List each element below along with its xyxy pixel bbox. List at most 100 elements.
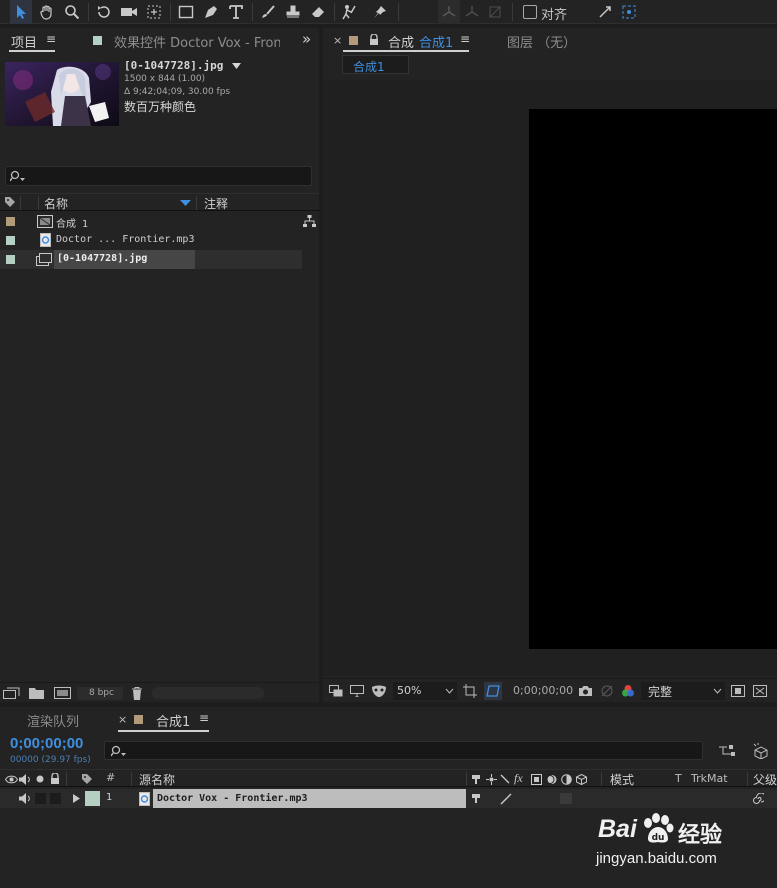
toggle-transparency-icon[interactable] <box>752 683 768 699</box>
project-search-input[interactable] <box>5 166 312 186</box>
preview-dropdown-icon[interactable] <box>231 61 241 71</box>
snap-target-icon[interactable] <box>618 0 640 24</box>
layer-name[interactable]: Doctor Vox - Frontier.mp3 <box>157 793 308 804</box>
label-swatch[interactable] <box>6 255 15 264</box>
clone-stamp-icon[interactable] <box>282 0 304 24</box>
lock-icon[interactable] <box>368 33 380 47</box>
shy-switch-icon[interactable] <box>470 792 482 805</box>
lock-column-icon[interactable] <box>48 772 62 786</box>
sort-arrow-icon[interactable] <box>179 198 191 208</box>
flowchart-icon[interactable] <box>302 214 316 228</box>
motion-blur-icon[interactable] <box>545 773 557 785</box>
shy-icon[interactable] <box>470 773 482 785</box>
solo-toggle[interactable] <box>35 793 46 804</box>
zoom-select[interactable]: 50% <box>393 682 457 700</box>
audio-speaker-icon[interactable] <box>18 792 32 805</box>
comp-canvas[interactable] <box>529 109 777 649</box>
label-swatch[interactable] <box>6 236 15 245</box>
brush-tool-icon[interactable] <box>257 0 279 24</box>
column-trkmat[interactable]: TrkMat <box>691 772 728 785</box>
collapse-transform-icon[interactable] <box>485 773 497 785</box>
pan-behind-icon[interactable] <box>143 0 165 24</box>
label-swatch[interactable] <box>6 217 15 226</box>
monitor-icon[interactable] <box>349 683 365 699</box>
eye-icon[interactable] <box>4 773 18 785</box>
column-name[interactable]: 名称 <box>44 195 68 212</box>
comp-menu-icon[interactable]: ≡ <box>460 32 470 46</box>
pen-tool-icon[interactable] <box>200 0 222 24</box>
mask-visibility-icon[interactable] <box>370 683 388 699</box>
timeline-menu-icon[interactable]: ≡ <box>199 711 209 725</box>
column-comment[interactable]: 注释 <box>204 195 228 212</box>
lock-toggle[interactable] <box>50 793 61 804</box>
color-channels-icon[interactable] <box>620 683 636 699</box>
layer-label-swatch[interactable] <box>85 791 100 806</box>
delete-trash-icon[interactable] <box>130 686 144 700</box>
tab-effects-controls[interactable]: 效果控件 Doctor Vox - Frontier.r <box>114 32 280 51</box>
label-column-icon[interactable] <box>80 772 94 786</box>
quality-icon[interactable] <box>499 773 511 785</box>
new-composition-icon[interactable] <box>53 686 71 700</box>
frame-blend-icon[interactable] <box>530 773 542 785</box>
close-timeline-tab-icon[interactable]: × <box>118 713 127 726</box>
comp-breadcrumb[interactable]: 合成1 <box>342 55 409 74</box>
bit-depth-button[interactable]: 8 bpc <box>77 687 123 700</box>
hand-tool-icon[interactable] <box>36 0 58 24</box>
snapshot-camera-icon[interactable] <box>576 683 594 699</box>
close-comp-tab-icon[interactable]: × <box>333 34 342 47</box>
timeline-timecode[interactable]: 0;00;00;00 <box>10 735 83 752</box>
transparency-grid-icon[interactable] <box>484 682 502 700</box>
project-item-comp[interactable]: 合成 1 <box>0 212 316 231</box>
project-menu-icon[interactable]: ≡ <box>46 32 56 46</box>
interpret-footage-icon[interactable] <box>2 686 20 700</box>
comp-tab-prefix[interactable]: 合成 <box>388 32 414 51</box>
always-preview-icon[interactable] <box>328 683 344 699</box>
column-source-name[interactable]: 源名称 <box>139 771 175 788</box>
comp-flowchart-icon[interactable] <box>718 742 736 758</box>
timeline-search-input[interactable] <box>104 741 703 760</box>
viewer-timecode[interactable]: 0;00;00;00 <box>513 684 573 697</box>
puppet-pin-icon[interactable] <box>369 0 391 24</box>
type-tool-icon[interactable] <box>225 0 247 24</box>
rectangle-tool-icon[interactable] <box>175 0 197 24</box>
eraser-icon[interactable] <box>307 0 329 24</box>
zoom-tool-icon[interactable] <box>61 0 83 24</box>
expand-triangle-icon[interactable] <box>71 793 81 804</box>
parent-pickwhip-icon[interactable] <box>751 792 765 806</box>
fast-previews-icon[interactable] <box>730 683 746 699</box>
adjustment-layer-icon[interactable] <box>560 773 572 785</box>
column-parent[interactable]: 父级 <box>753 771 777 788</box>
tab-layer[interactable]: 图层 （无） <box>507 32 576 51</box>
effects-switch[interactable] <box>560 793 572 804</box>
timeline-layer-row[interactable]: 1 Doctor Vox - Frontier.mp3 <box>0 789 777 808</box>
show-snapshot-icon[interactable] <box>599 683 615 699</box>
tab-render-queue[interactable]: 渲染队列 <box>27 711 79 730</box>
project-scrollbar[interactable] <box>152 687 264 699</box>
label-column-icon[interactable] <box>3 195 17 209</box>
project-item-audio[interactable]: Doctor ... Frontier.mp3 <box>0 231 302 250</box>
solo-icon[interactable] <box>34 773 46 785</box>
align-checkbox[interactable] <box>523 5 537 19</box>
local-axis-icon[interactable] <box>438 0 460 24</box>
roto-brush-icon[interactable] <box>339 0 361 24</box>
effects-fx-icon[interactable]: fx <box>514 771 523 786</box>
view-axis-icon[interactable] <box>484 0 506 24</box>
snapping-icon[interactable] <box>594 0 616 24</box>
world-axis-icon[interactable] <box>461 0 483 24</box>
3d-layer-icon[interactable] <box>575 773 587 785</box>
column-mode[interactable]: 模式 <box>610 771 634 788</box>
resolution-select[interactable]: 完整 <box>641 682 725 700</box>
draft-3d-icon[interactable] <box>752 742 772 760</box>
rotation-tool-icon[interactable] <box>93 0 115 24</box>
panel-overflow-icon[interactable]: » <box>302 30 311 48</box>
quality-switch-icon[interactable] <box>499 792 513 805</box>
region-of-interest-icon[interactable] <box>462 683 478 699</box>
camera-tool-icon[interactable] <box>118 0 140 24</box>
tab-timeline-comp[interactable]: 合成1 <box>156 711 190 730</box>
new-folder-icon[interactable] <box>28 686 44 700</box>
tab-project[interactable]: 项目 <box>11 32 37 51</box>
viewer-area[interactable] <box>323 80 777 676</box>
comp-tab-name[interactable]: 合成1 <box>419 32 453 51</box>
project-item-footage[interactable]: [0-1047728].jpg <box>0 250 302 269</box>
selection-tool-icon[interactable] <box>10 0 32 24</box>
